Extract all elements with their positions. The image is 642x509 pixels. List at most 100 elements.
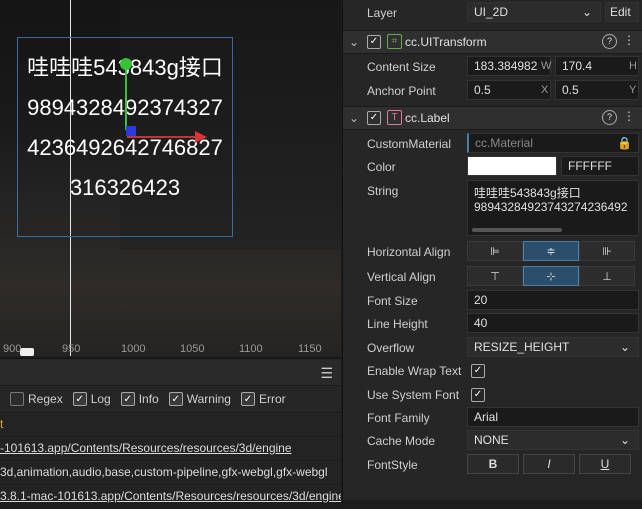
console-line[interactable]: 3d,animation,audio,base,custom-pipeline,… bbox=[0, 461, 341, 485]
chevron-down-icon[interactable]: ⌄ bbox=[349, 35, 359, 49]
checkbox-checked-icon[interactable]: ✓ bbox=[168, 392, 183, 406]
layer-select[interactable]: UI_2D ⌄ bbox=[467, 2, 601, 22]
filter-info[interactable]: ✓ Info bbox=[120, 392, 159, 406]
underline-button[interactable]: U bbox=[579, 454, 631, 474]
filter-label: Error bbox=[258, 392, 286, 406]
ruler-tick: 900 bbox=[3, 343, 22, 355]
scene-ruler: 900 950 1000 1050 1100 1150 bbox=[0, 340, 341, 356]
system-font-checkbox-checked-icon[interactable]: ✓ bbox=[471, 388, 485, 402]
help-icon[interactable]: ? bbox=[602, 34, 617, 49]
string-line: 98943284923743274236492 bbox=[474, 200, 628, 214]
bold-button[interactable]: B bbox=[467, 454, 519, 474]
content-width-input[interactable]: 183.384982 bbox=[467, 56, 551, 76]
menu-icon[interactable]: ☰ bbox=[320, 365, 333, 382]
color-swatch[interactable] bbox=[467, 156, 557, 176]
layer-value: UI_2D bbox=[474, 5, 509, 19]
filter-label: Info bbox=[138, 392, 159, 406]
checkbox-checked-icon[interactable]: ✓ bbox=[120, 392, 135, 406]
align-center-button[interactable]: ≑ bbox=[523, 241, 579, 261]
gizmo-center-handle[interactable] bbox=[126, 126, 136, 136]
component-title: cc.UITransform bbox=[405, 35, 487, 49]
system-font-row: Use System Font ✓ bbox=[343, 384, 642, 406]
filter-regex[interactable]: Regex bbox=[10, 392, 63, 406]
help-icon[interactable]: ? bbox=[602, 110, 617, 125]
ruler-tick: 1000 bbox=[121, 343, 146, 355]
ruler-tick: 950 bbox=[62, 343, 81, 355]
label-line-4: 316326423 bbox=[69, 175, 181, 200]
value: 0.5 bbox=[562, 83, 579, 97]
lock-icon[interactable]: 🔒 bbox=[617, 134, 632, 152]
font-family-label: Font Family bbox=[367, 411, 430, 425]
gizmo-y-handle[interactable] bbox=[120, 58, 132, 70]
anchor-y-input[interactable]: 0.5 bbox=[555, 80, 639, 100]
custom-material-input[interactable]: cc.Material 🔒 bbox=[467, 133, 639, 153]
value: RESIZE_HEIGHT bbox=[474, 340, 570, 354]
text-icon: T bbox=[387, 110, 402, 125]
gizmo-x-arrow-icon[interactable] bbox=[195, 131, 207, 143]
gizmo-x-axis[interactable] bbox=[127, 136, 197, 138]
italic-button[interactable]: I bbox=[523, 454, 575, 474]
edit-button[interactable]: Edit bbox=[605, 2, 639, 22]
checkbox-checked-icon[interactable]: ✓ bbox=[72, 392, 87, 406]
axis-label: X bbox=[541, 84, 549, 96]
console-line-text: 3d,animation,audio,base,custom-pipeline,… bbox=[0, 465, 328, 479]
axis-label: Y bbox=[629, 84, 637, 96]
inspector-panel: Layer UI_2D ⌄ Edit ⌄ ✓ ⌗ cc.UITransform ?… bbox=[342, 0, 642, 500]
wrap-text-row: Enable Wrap Text ✓ bbox=[343, 360, 642, 382]
align-right-button[interactable]: ⊪ bbox=[579, 241, 635, 261]
string-textarea[interactable]: 哇哇哇543843g接口 98943284923743274236492 bbox=[467, 180, 639, 236]
label-component-header[interactable]: ⌄ ✓ T cc.Label ? ⋮ bbox=[343, 106, 642, 130]
align-left-button[interactable]: ⊫ bbox=[467, 241, 523, 261]
color-hex-input[interactable]: FFFFFF bbox=[561, 156, 639, 176]
string-label: String bbox=[367, 184, 399, 198]
anchor-label: Anchor Point bbox=[367, 84, 436, 98]
chevron-down-icon: ⌄ bbox=[619, 433, 630, 447]
anchor-x-input[interactable]: 0.5 bbox=[467, 80, 551, 100]
checkbox-checked-icon[interactable]: ✓ bbox=[367, 111, 381, 125]
ruler-tick: 1050 bbox=[180, 343, 205, 355]
anchor-point-row: Anchor Point 0.5 X 0.5 Y bbox=[343, 80, 642, 102]
content-height-input[interactable]: 170.4 bbox=[555, 56, 639, 76]
vertical-align-row: Vertical Align ⊤ ⊹ ⊥ bbox=[343, 266, 642, 288]
filter-log[interactable]: ✓ Log bbox=[72, 392, 111, 406]
layer-label: Layer bbox=[367, 6, 398, 20]
horizontal-align-row: Horizontal Align ⊫ ≑ ⊪ bbox=[343, 241, 642, 263]
align-bottom-button[interactable]: ⊥ bbox=[579, 266, 635, 286]
uitransform-header[interactable]: ⌄ ✓ ⌗ cc.UITransform ? ⋮ bbox=[343, 30, 642, 54]
filter-warning[interactable]: ✓ Warning bbox=[168, 392, 231, 406]
wrap-checkbox-checked-icon[interactable]: ✓ bbox=[471, 364, 485, 378]
align-top-button[interactable]: ⊤ bbox=[467, 266, 523, 286]
value: 170.4 bbox=[562, 59, 593, 73]
more-icon[interactable]: ⋮ bbox=[623, 109, 635, 123]
checkbox-icon[interactable] bbox=[10, 392, 24, 406]
scrollbar[interactable] bbox=[472, 228, 562, 232]
content-size-label: Content Size bbox=[367, 60, 436, 74]
checkbox-checked-icon[interactable]: ✓ bbox=[240, 392, 255, 406]
more-icon[interactable]: ⋮ bbox=[623, 33, 635, 47]
console-panel: ☰ Regex ✓ Log ✓ Info ✓ Warning ✓ Error t -10… bbox=[0, 358, 341, 509]
console-line[interactable]: t bbox=[0, 413, 341, 437]
font-family-input[interactable]: Arial bbox=[467, 407, 639, 427]
filter-error[interactable]: ✓ Error bbox=[240, 392, 286, 406]
console-line[interactable]: 3.8.1-mac-101613.app/Contents/Resources/… bbox=[0, 485, 341, 509]
axis-label: H bbox=[629, 60, 637, 72]
line-height-row: Line Height 40 bbox=[343, 313, 642, 335]
console-line-link[interactable]: -101613.app/Contents/Resources/resources… bbox=[0, 441, 292, 455]
line-height-input[interactable]: 40 bbox=[467, 313, 639, 333]
scene-view[interactable]: 哇哇哇543843g接口9894328492374327423649264274… bbox=[0, 0, 341, 356]
axis-label: W bbox=[541, 60, 552, 72]
chevron-down-icon[interactable]: ⌄ bbox=[349, 111, 359, 125]
value: 20 bbox=[474, 293, 488, 307]
ruler-tick: 1150 bbox=[298, 343, 322, 355]
font-size-input[interactable]: 20 bbox=[467, 290, 639, 310]
overflow-select[interactable]: RESIZE_HEIGHT ⌄ bbox=[467, 337, 639, 357]
cache-mode-select[interactable]: NONE ⌄ bbox=[467, 430, 639, 450]
font-style-row: FontStyle B I U bbox=[343, 454, 642, 476]
edit-label: Edit bbox=[610, 5, 631, 19]
console-line[interactable]: -101613.app/Contents/Resources/resources… bbox=[0, 437, 341, 461]
halign-label: Horizontal Align bbox=[367, 245, 451, 259]
checkbox-checked-icon[interactable]: ✓ bbox=[367, 35, 381, 49]
gizmo-y-axis[interactable] bbox=[125, 66, 127, 130]
align-middle-button[interactable]: ⊹ bbox=[523, 266, 579, 286]
console-line-link[interactable]: 3.8.1-mac-101613.app/Contents/Resources/… bbox=[0, 489, 341, 503]
